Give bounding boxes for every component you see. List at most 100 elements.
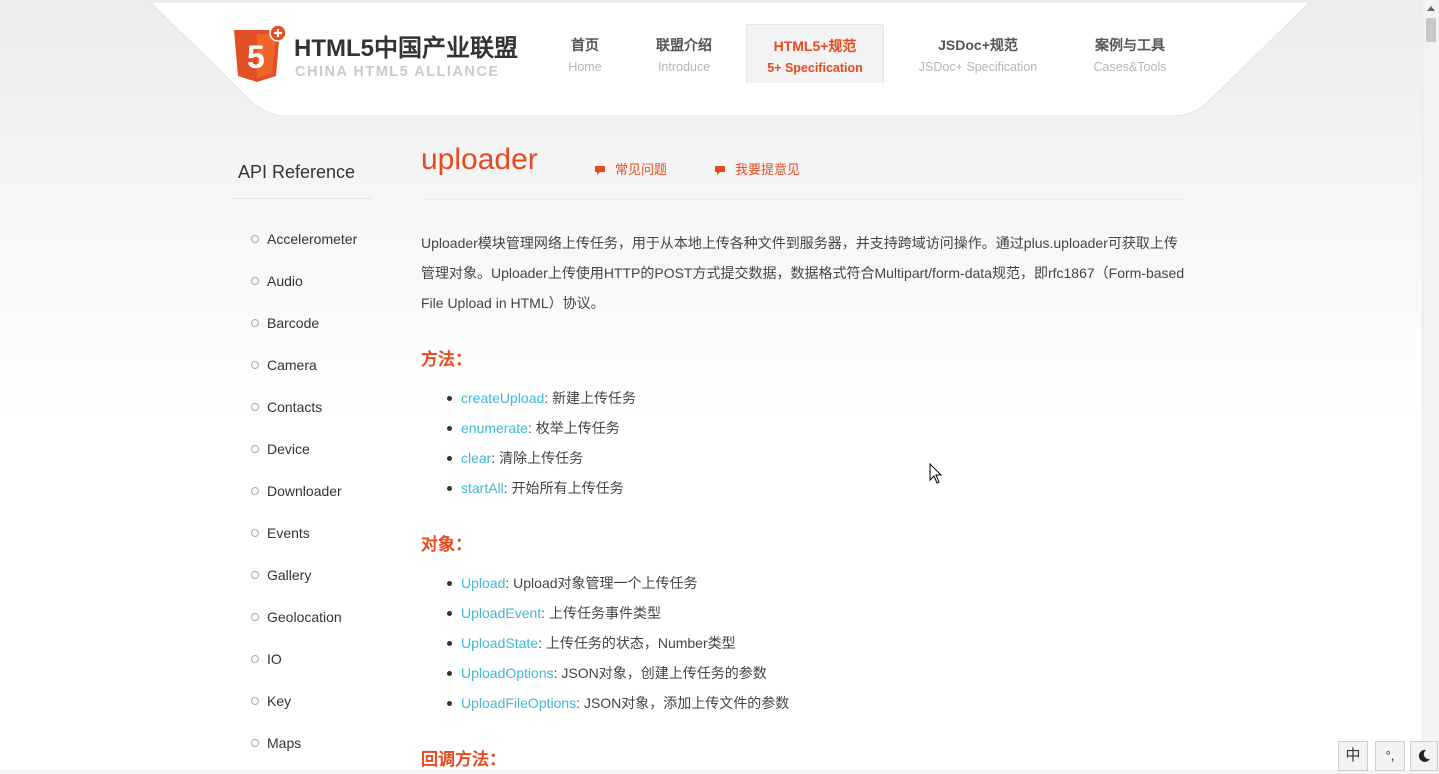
sidebar-item-accelerometer[interactable]: Accelerometer [250, 228, 357, 270]
object-link-uploadstate[interactable]: UploadState [461, 635, 538, 651]
sidebar-item-label: Accelerometer [267, 231, 358, 247]
object-desc: : JSON对象，添加上传文件的参数 [576, 695, 790, 711]
object-desc: : JSON对象，创建上传任务的参数 [553, 665, 767, 681]
bullet-dot-icon [447, 486, 452, 491]
sidebar-item-label: Camera [267, 357, 317, 373]
site-logo[interactable]: 5 HTML5中国产业联盟 CHINA HTML5 ALLIANCE [232, 24, 532, 86]
list-item: enumerate: 枚举上传任务 [444, 418, 636, 448]
sidebar-item-downloader[interactable]: Downloader [250, 480, 357, 522]
sidebar-item-maps[interactable]: Maps [250, 732, 357, 774]
circle-bullet-icon [251, 445, 259, 453]
methods-heading: 方法： [421, 350, 472, 369]
method-desc: : 枚举上传任务 [527, 420, 620, 436]
module-description: Uploader模块管理网络上传任务，用于从本地上传各种文件到服务器，并支持跨域… [421, 235, 1185, 311]
bullet-dot-icon [447, 701, 452, 706]
sidebar-item-audio[interactable]: Audio [250, 270, 357, 312]
nav-specification[interactable]: HTML5+规范 5+ Specification [746, 24, 884, 83]
list-item: UploadEvent: 上传任务事件类型 [444, 603, 789, 633]
list-item: createUpload: 新建上传任务 [444, 388, 636, 418]
nav-home-label: 首页 [571, 37, 599, 53]
sidebar-item-label: Downloader [267, 483, 342, 499]
mouse-pointer-icon [929, 463, 943, 484]
method-desc: : 清除上传任务 [491, 450, 584, 466]
object-desc: : 上传任务的状态，Number类型 [538, 635, 736, 651]
nav-jsdoc-sublabel: JSDoc+ Specification [918, 60, 1038, 74]
nav-jsdoc-label: JSDoc+规范 [938, 37, 1018, 53]
method-desc: : 开始所有上传任务 [503, 480, 624, 496]
nav-introduce-sublabel: Introduce [657, 60, 711, 74]
faq-link[interactable]: 常见问题 [594, 159, 667, 178]
ime-language-toggle[interactable]: 中 [1338, 741, 1368, 771]
sidebar-divider [232, 198, 372, 199]
circle-bullet-icon [251, 655, 259, 663]
circle-bullet-icon [251, 361, 259, 369]
sidebar-item-contacts[interactable]: Contacts [250, 396, 357, 438]
circle-bullet-icon [251, 529, 259, 537]
nav-home[interactable]: 首页 Home [551, 24, 619, 82]
sidebar-item-label: Barcode [267, 315, 320, 331]
page-title: uploader [421, 143, 538, 176]
ime-mode-toggle[interactable] [1410, 741, 1438, 771]
nav-home-sublabel: Home [568, 60, 602, 74]
nav-introduce[interactable]: 联盟介绍 Introduce [640, 24, 728, 82]
badge-number: 5 [247, 39, 265, 75]
circle-bullet-icon [251, 235, 259, 243]
faq-link-label: 常见问题 [615, 162, 668, 177]
sidebar-item-label: Key [267, 693, 292, 709]
nav-jsdoc[interactable]: JSDoc+规范 JSDoc+ Specification [908, 24, 1048, 82]
html5-badge-icon: 5 [234, 24, 287, 82]
list-item: UploadFileOptions: JSON对象，添加上传文件的参数 [444, 693, 789, 723]
feedback-link-label: 我要提意见 [735, 162, 801, 177]
method-link-startall[interactable]: startAll [461, 480, 504, 496]
sidebar-item-label: Contacts [267, 399, 323, 415]
sidebar-item-device[interactable]: Device [250, 438, 357, 480]
method-desc: : 新建上传任务 [544, 390, 637, 406]
nav-cases-tools-sublabel: Cases&Tools [1093, 60, 1167, 74]
sidebar-item-barcode[interactable]: Barcode [250, 312, 357, 354]
circle-bullet-icon [251, 403, 259, 411]
scrollbar-thumb[interactable] [1426, 18, 1436, 42]
bullet-dot-icon [447, 456, 452, 461]
method-link-clear[interactable]: clear [461, 450, 491, 466]
bullet-dot-icon [447, 671, 452, 676]
sidebar-item-io[interactable]: IO [250, 648, 357, 690]
speech-bubble-icon [595, 166, 605, 175]
ime-punctuation-toggle[interactable]: °, [1375, 741, 1405, 771]
sidebar-item-label: Maps [267, 735, 302, 751]
method-link-createupload[interactable]: createUpload [461, 390, 544, 406]
circle-bullet-icon [251, 487, 259, 495]
bullet-dot-icon [447, 611, 452, 616]
list-item: UploadOptions: JSON对象，创建上传任务的参数 [444, 663, 789, 693]
sidebar-item-events[interactable]: Events [250, 522, 357, 564]
sidebar-item-label: Geolocation [267, 609, 342, 625]
circle-bullet-icon [251, 319, 259, 327]
nav-introduce-label: 联盟介绍 [656, 37, 712, 53]
sidebar-item-camera[interactable]: Camera [250, 354, 357, 396]
object-link-uploadevent[interactable]: UploadEvent [461, 605, 541, 621]
sidebar-item-geolocation[interactable]: Geolocation [250, 606, 357, 648]
logo-subtitle: CHINA HTML5 ALLIANCE [295, 64, 500, 80]
method-link-enumerate[interactable]: enumerate [461, 420, 528, 436]
nav-cases-tools[interactable]: 案例与工具 Cases&Tools [1080, 24, 1180, 82]
object-link-uploadoptions[interactable]: UploadOptions [461, 665, 554, 681]
objects-heading: 对象： [421, 535, 472, 554]
circle-bullet-icon [251, 697, 259, 705]
sidebar-item-label: Audio [267, 273, 303, 289]
title-divider [421, 199, 1183, 200]
object-desc: : 上传任务事件类型 [541, 605, 661, 621]
object-link-uploadfileoptions[interactable]: UploadFileOptions [461, 695, 576, 711]
vertical-scrollbar[interactable] [1422, 0, 1439, 770]
feedback-link[interactable]: 我要提意见 [714, 159, 800, 178]
sidebar-item-key[interactable]: Key [250, 690, 357, 732]
bullet-dot-icon [447, 581, 452, 586]
sidebar-item-label: Device [267, 441, 310, 457]
sidebar-item-label: Events [267, 525, 310, 541]
bullet-dot-icon [447, 426, 452, 431]
scroll-up-arrow-icon[interactable] [1427, 6, 1435, 11]
sidebar-title: API Reference [238, 162, 356, 182]
sidebar-item-label: IO [267, 651, 282, 667]
object-link-upload[interactable]: Upload [461, 575, 505, 591]
methods-list: createUpload: 新建上传任务 enumerate: 枚举上传任务 c… [444, 388, 636, 508]
sidebar-item-gallery[interactable]: Gallery [250, 564, 357, 606]
api-reference-list: Accelerometer Audio Barcode Camera Conta… [250, 228, 357, 774]
